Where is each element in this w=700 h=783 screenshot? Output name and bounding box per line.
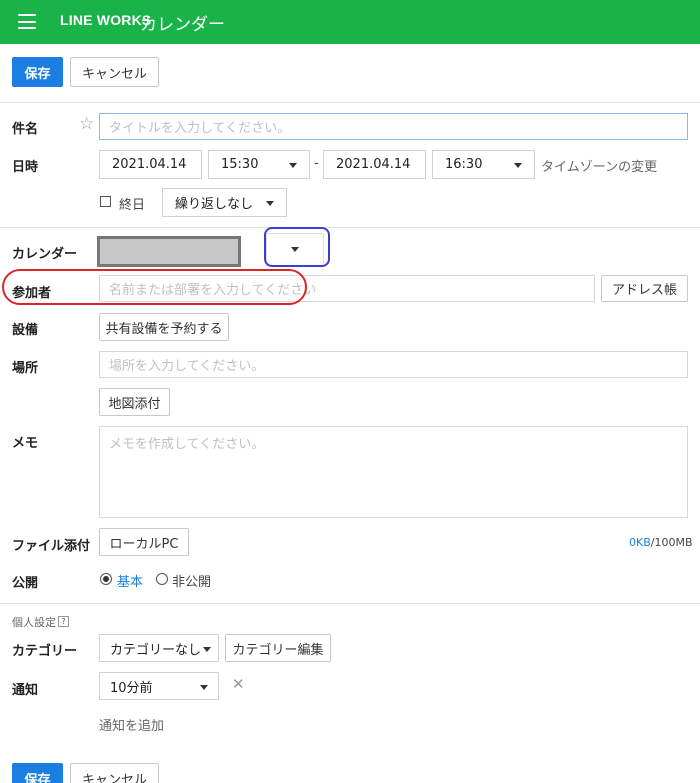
visibility-basic-radio[interactable] — [100, 573, 112, 585]
category-select[interactable]: カテゴリーなし — [99, 634, 219, 662]
annotation-circle-red — [2, 269, 307, 305]
star-icon[interactable]: ☆ — [79, 116, 94, 133]
reserve-equipment-button[interactable]: 共有設備を予約する — [99, 313, 229, 341]
chevron-down-icon — [200, 685, 208, 690]
notify-label: 通知 — [12, 683, 39, 698]
visibility-private-radio[interactable] — [156, 573, 168, 585]
memo-textarea[interactable]: メモを作成してください。 — [99, 426, 688, 518]
start-time-value: 15:30 — [221, 157, 259, 172]
repeat-value: 繰り返しなし — [175, 197, 254, 212]
chevron-down-icon — [266, 201, 274, 206]
chevron-down-icon — [514, 163, 522, 168]
attachment-used: 0KB — [629, 536, 651, 549]
help-icon[interactable]: ? — [58, 616, 69, 627]
category-edit-button[interactable]: カテゴリー編集 — [225, 634, 331, 662]
start-time-select[interactable]: 15:30 — [208, 150, 310, 179]
visibility-basic-label: 基本 — [117, 575, 144, 590]
category-value: カテゴリーなし — [110, 642, 202, 658]
allday-label: 終日 — [119, 198, 146, 213]
timezone-link[interactable]: タイムゾーンの変更 — [541, 156, 657, 175]
divider — [0, 603, 700, 604]
divider — [0, 102, 700, 103]
subject-input[interactable]: タイトルを入力してください。 — [99, 113, 688, 140]
start-date-input[interactable]: 2021.04.14 — [99, 150, 202, 179]
equipment-label: 設備 — [12, 323, 39, 338]
calendar-label: カレンダー — [12, 247, 78, 262]
attachment-label: ファイル添付 — [12, 539, 91, 554]
location-input[interactable]: 場所を入力してください。 — [99, 351, 688, 378]
annotation-circle-blue — [264, 227, 330, 267]
location-label: 場所 — [12, 361, 39, 376]
add-notify-link[interactable]: 通知を追加 — [99, 715, 164, 734]
save-button-bottom[interactable]: 保存 — [12, 763, 63, 783]
end-time-value: 16:30 — [445, 157, 483, 172]
cancel-button[interactable]: キャンセル — [70, 57, 159, 87]
attachment-size: 0KB/100MB — [629, 536, 693, 549]
category-label: カテゴリー — [12, 644, 78, 659]
address-book-button[interactable]: アドレス帳 — [601, 275, 688, 302]
save-button[interactable]: 保存 — [12, 57, 63, 87]
notify-value: 10分前 — [110, 680, 153, 696]
chevron-down-icon — [203, 647, 211, 652]
cancel-button-bottom[interactable]: キャンセル — [70, 763, 159, 783]
chevron-down-icon — [289, 163, 297, 168]
allday-checkbox[interactable] — [100, 196, 111, 207]
repeat-select[interactable]: 繰り返しなし — [162, 188, 287, 217]
subject-label: 件名 — [12, 122, 39, 137]
calendar-color-swatch[interactable] — [97, 236, 241, 267]
attach-map-button[interactable]: 地図添付 — [99, 388, 170, 416]
menu-icon[interactable] — [18, 14, 36, 29]
memo-label: メモ — [12, 436, 39, 451]
local-pc-button[interactable]: ローカルPC — [99, 528, 189, 556]
brand-logo: LINE WORKS — [60, 12, 152, 28]
divider — [0, 227, 700, 228]
visibility-label: 公開 — [12, 576, 39, 591]
datetime-label: 日時 — [12, 160, 39, 175]
personal-settings-label: 個人設定 — [12, 616, 56, 629]
app-title: カレンダー — [140, 15, 225, 35]
date-separator: - — [314, 156, 319, 171]
close-icon[interactable]: ✕ — [232, 677, 245, 692]
end-time-select[interactable]: 16:30 — [432, 150, 535, 179]
notify-select[interactable]: 10分前 — [99, 672, 219, 700]
app-header: LINE WORKS カレンダー — [0, 0, 700, 44]
visibility-private-label: 非公開 — [172, 575, 212, 590]
end-date-input[interactable]: 2021.04.14 — [323, 150, 426, 179]
attachment-limit: /100MB — [650, 536, 693, 549]
